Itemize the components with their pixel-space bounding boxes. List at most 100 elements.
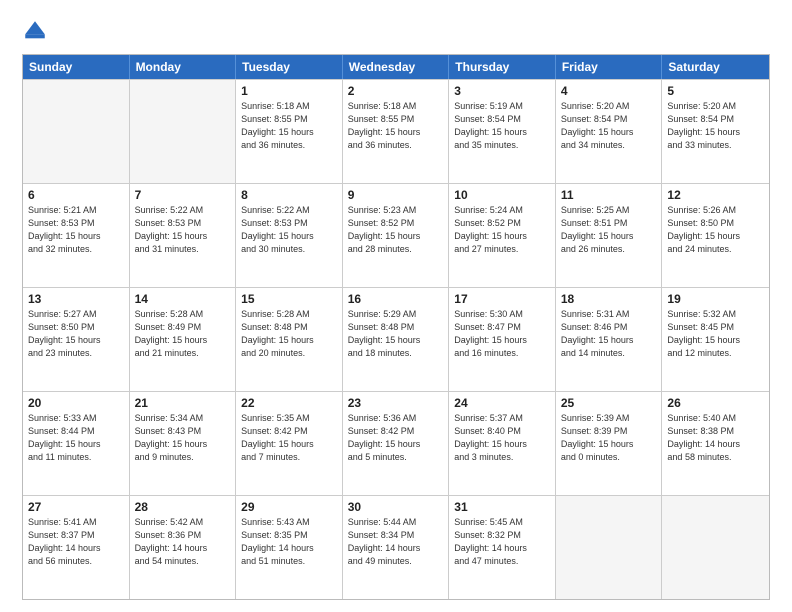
day-info: Sunrise: 5:26 AM Sunset: 8:50 PM Dayligh… [667,204,764,256]
calendar-body: 1 Sunrise: 5:18 AM Sunset: 8:55 PM Daylig… [23,79,769,599]
day-cell-16: 16 Sunrise: 5:29 AM Sunset: 8:48 PM Dayli… [343,288,450,391]
day-info: Sunrise: 5:24 AM Sunset: 8:52 PM Dayligh… [454,204,550,256]
day-info: Sunrise: 5:33 AM Sunset: 8:44 PM Dayligh… [28,412,124,464]
day-header-sunday: Sunday [23,55,130,79]
day-number: 12 [667,188,764,202]
day-info: Sunrise: 5:37 AM Sunset: 8:40 PM Dayligh… [454,412,550,464]
day-cell-23: 23 Sunrise: 5:36 AM Sunset: 8:42 PM Dayli… [343,392,450,495]
day-cell-25: 25Sunrise: 5:39 AM Sunset: 8:39 PM Dayli… [556,392,663,495]
day-info: Sunrise: 5:31 AM Sunset: 8:46 PM Dayligh… [561,308,657,360]
day-info: Sunrise: 5:20 AM Sunset: 8:54 PM Dayligh… [561,100,657,152]
day-info: Sunrise: 5:32 AM Sunset: 8:45 PM Dayligh… [667,308,764,360]
day-number: 9 [348,188,444,202]
day-info: Sunrise: 5:36 AM Sunset: 8:42 PM Dayligh… [348,412,444,464]
calendar-row-2: 13 Sunrise: 5:27 AM Sunset: 8:50 PM Dayli… [23,287,769,391]
day-info: Sunrise: 5:18 AM Sunset: 8:55 PM Dayligh… [241,100,337,152]
day-cell-31: 31Sunrise: 5:45 AM Sunset: 8:32 PM Dayli… [449,496,556,599]
day-number: 28 [135,500,231,514]
day-number: 19 [667,292,764,306]
day-number: 22 [241,396,337,410]
day-cell-12: 12 Sunrise: 5:26 AM Sunset: 8:50 PM Dayli… [662,184,769,287]
day-cell-3: 3Sunrise: 5:19 AM Sunset: 8:54 PM Daylig… [449,80,556,183]
calendar-row-0: 1 Sunrise: 5:18 AM Sunset: 8:55 PM Daylig… [23,79,769,183]
day-number: 11 [561,188,657,202]
day-cell-24: 24 Sunrise: 5:37 AM Sunset: 8:40 PM Dayli… [449,392,556,495]
day-cell-5: 5Sunrise: 5:20 AM Sunset: 8:54 PM Daylig… [662,80,769,183]
day-cell-14: 14Sunrise: 5:28 AM Sunset: 8:49 PM Dayli… [130,288,237,391]
day-number: 29 [241,500,337,514]
day-cell-8: 8 Sunrise: 5:22 AM Sunset: 8:53 PM Daylig… [236,184,343,287]
logo [22,18,52,44]
day-number: 2 [348,84,444,98]
day-cell-17: 17Sunrise: 5:30 AM Sunset: 8:47 PM Dayli… [449,288,556,391]
day-info: Sunrise: 5:28 AM Sunset: 8:48 PM Dayligh… [241,308,337,360]
day-info: Sunrise: 5:42 AM Sunset: 8:36 PM Dayligh… [135,516,231,568]
day-header-thursday: Thursday [449,55,556,79]
day-info: Sunrise: 5:19 AM Sunset: 8:54 PM Dayligh… [454,100,550,152]
day-number: 27 [28,500,124,514]
day-cell-1: 1 Sunrise: 5:18 AM Sunset: 8:55 PM Daylig… [236,80,343,183]
day-cell-11: 11 Sunrise: 5:25 AM Sunset: 8:51 PM Dayli… [556,184,663,287]
day-number: 7 [135,188,231,202]
day-cell-28: 28 Sunrise: 5:42 AM Sunset: 8:36 PM Dayli… [130,496,237,599]
day-cell-7: 7 Sunrise: 5:22 AM Sunset: 8:53 PM Daylig… [130,184,237,287]
day-cell-30: 30 Sunrise: 5:44 AM Sunset: 8:34 PM Dayli… [343,496,450,599]
day-cell-13: 13 Sunrise: 5:27 AM Sunset: 8:50 PM Dayli… [23,288,130,391]
day-info: Sunrise: 5:45 AM Sunset: 8:32 PM Dayligh… [454,516,550,568]
day-cell-18: 18 Sunrise: 5:31 AM Sunset: 8:46 PM Dayli… [556,288,663,391]
day-info: Sunrise: 5:29 AM Sunset: 8:48 PM Dayligh… [348,308,444,360]
day-number: 20 [28,396,124,410]
day-number: 16 [348,292,444,306]
day-number: 4 [561,84,657,98]
empty-cell [130,80,237,183]
day-number: 25 [561,396,657,410]
day-number: 1 [241,84,337,98]
day-number: 26 [667,396,764,410]
day-number: 30 [348,500,444,514]
day-cell-15: 15 Sunrise: 5:28 AM Sunset: 8:48 PM Dayli… [236,288,343,391]
day-header-monday: Monday [130,55,237,79]
day-info: Sunrise: 5:27 AM Sunset: 8:50 PM Dayligh… [28,308,124,360]
day-info: Sunrise: 5:34 AM Sunset: 8:43 PM Dayligh… [135,412,231,464]
day-number: 15 [241,292,337,306]
day-info: Sunrise: 5:23 AM Sunset: 8:52 PM Dayligh… [348,204,444,256]
day-info: Sunrise: 5:44 AM Sunset: 8:34 PM Dayligh… [348,516,444,568]
day-info: Sunrise: 5:35 AM Sunset: 8:42 PM Dayligh… [241,412,337,464]
day-info: Sunrise: 5:40 AM Sunset: 8:38 PM Dayligh… [667,412,764,464]
day-number: 5 [667,84,764,98]
empty-cell [556,496,663,599]
page: SundayMondayTuesdayWednesdayThursdayFrid… [0,0,792,612]
day-cell-22: 22 Sunrise: 5:35 AM Sunset: 8:42 PM Dayli… [236,392,343,495]
day-cell-6: 6 Sunrise: 5:21 AM Sunset: 8:53 PM Daylig… [23,184,130,287]
calendar-row-1: 6 Sunrise: 5:21 AM Sunset: 8:53 PM Daylig… [23,183,769,287]
day-info: Sunrise: 5:21 AM Sunset: 8:53 PM Dayligh… [28,204,124,256]
day-number: 24 [454,396,550,410]
day-header-wednesday: Wednesday [343,55,450,79]
day-cell-21: 21 Sunrise: 5:34 AM Sunset: 8:43 PM Dayli… [130,392,237,495]
day-number: 6 [28,188,124,202]
day-number: 23 [348,396,444,410]
day-number: 8 [241,188,337,202]
empty-cell [23,80,130,183]
day-info: Sunrise: 5:22 AM Sunset: 8:53 PM Dayligh… [135,204,231,256]
day-cell-29: 29 Sunrise: 5:43 AM Sunset: 8:35 PM Dayli… [236,496,343,599]
day-cell-2: 2Sunrise: 5:18 AM Sunset: 8:55 PM Daylig… [343,80,450,183]
day-cell-26: 26 Sunrise: 5:40 AM Sunset: 8:38 PM Dayli… [662,392,769,495]
day-info: Sunrise: 5:25 AM Sunset: 8:51 PM Dayligh… [561,204,657,256]
day-info: Sunrise: 5:28 AM Sunset: 8:49 PM Dayligh… [135,308,231,360]
day-cell-4: 4 Sunrise: 5:20 AM Sunset: 8:54 PM Daylig… [556,80,663,183]
header [22,18,770,44]
day-info: Sunrise: 5:22 AM Sunset: 8:53 PM Dayligh… [241,204,337,256]
day-info: Sunrise: 5:30 AM Sunset: 8:47 PM Dayligh… [454,308,550,360]
calendar-header: SundayMondayTuesdayWednesdayThursdayFrid… [23,55,769,79]
empty-cell [662,496,769,599]
day-number: 21 [135,396,231,410]
day-cell-20: 20 Sunrise: 5:33 AM Sunset: 8:44 PM Dayli… [23,392,130,495]
day-header-tuesday: Tuesday [236,55,343,79]
day-header-saturday: Saturday [662,55,769,79]
day-cell-27: 27Sunrise: 5:41 AM Sunset: 8:37 PM Dayli… [23,496,130,599]
day-cell-10: 10Sunrise: 5:24 AM Sunset: 8:52 PM Dayli… [449,184,556,287]
day-info: Sunrise: 5:43 AM Sunset: 8:35 PM Dayligh… [241,516,337,568]
day-number: 18 [561,292,657,306]
day-number: 13 [28,292,124,306]
